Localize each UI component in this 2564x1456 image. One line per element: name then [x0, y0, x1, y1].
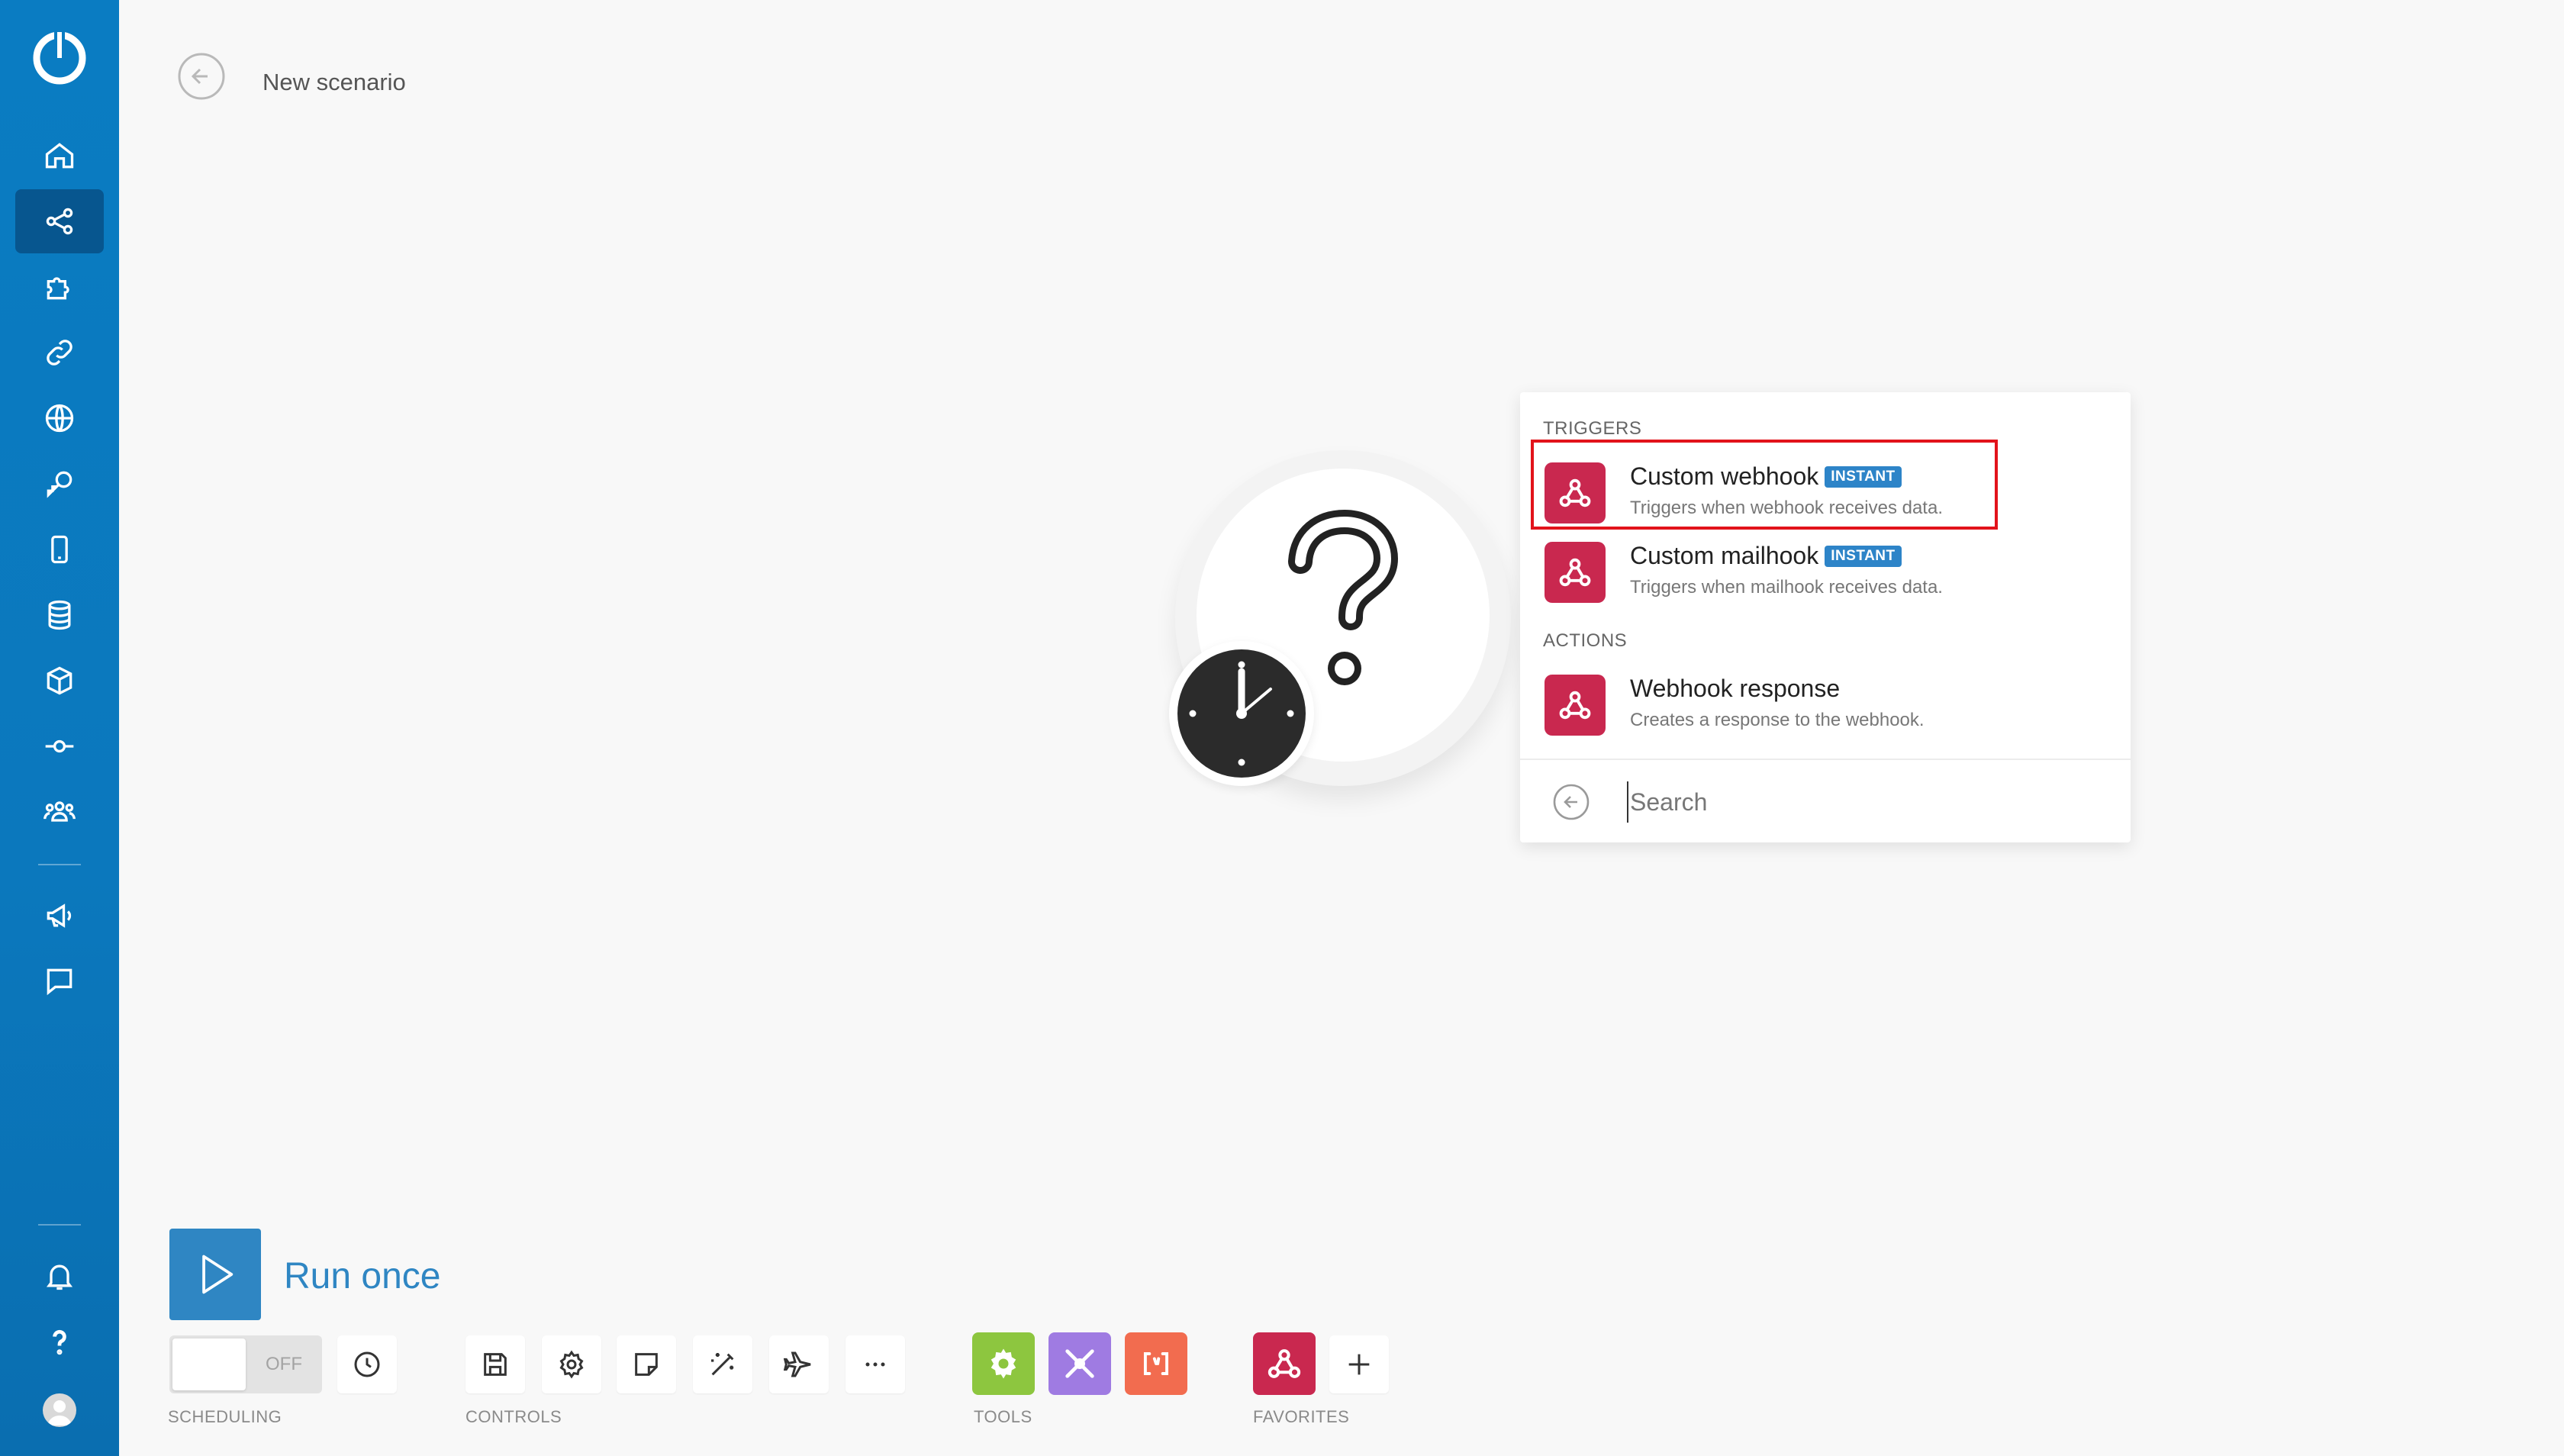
tools-label: TOOLS — [974, 1407, 1032, 1426]
text-parser-icon — [1143, 1352, 1169, 1375]
notifications-icon[interactable] — [15, 1244, 104, 1308]
more-icon — [865, 1362, 885, 1367]
back-arrow-icon[interactable] — [177, 52, 226, 101]
popup-divider — [1520, 759, 2131, 760]
scheduling-label: SCHEDULING — [168, 1407, 282, 1426]
add-favorite-button[interactable] — [1329, 1335, 1389, 1393]
webhook-icon — [1545, 542, 1606, 603]
save-icon — [484, 1353, 507, 1376]
connections-icon[interactable] — [15, 321, 104, 385]
module-title: Custom mailhook INSTANT — [1630, 542, 1902, 570]
team-icon[interactable] — [15, 780, 104, 844]
data-structures-icon[interactable] — [15, 649, 104, 713]
explain-flow-button[interactable] — [769, 1335, 829, 1393]
webhooks-icon[interactable] — [15, 386, 104, 450]
module-title: Custom webhook INSTANT — [1630, 462, 1902, 491]
module-item-custom-mailhook[interactable]: Custom mailhook INSTANT Triggers when ma… — [1520, 531, 2131, 607]
scenario-settings-button[interactable] — [542, 1335, 601, 1393]
clock-icon — [354, 1351, 380, 1377]
module-item-webhook-response[interactable]: Webhook response Creates a response to t… — [1520, 664, 2131, 740]
module-item-custom-webhook[interactable]: Custom webhook INSTANT Triggers when web… — [1520, 452, 2131, 528]
custom-apps-icon[interactable] — [15, 714, 104, 778]
page-title[interactable]: New scenario — [263, 69, 406, 96]
settings-icon — [559, 1350, 584, 1379]
data-stores-icon[interactable] — [15, 583, 104, 647]
explain-flow-icon — [784, 1351, 811, 1377]
home-icon[interactable] — [15, 124, 104, 188]
more-button[interactable] — [846, 1335, 905, 1393]
actions-heading: ACTIONS — [1543, 630, 1628, 651]
notes-button[interactable] — [617, 1335, 676, 1393]
flow-control-icon — [1065, 1349, 1094, 1378]
tools-text-parser-app[interactable] — [1125, 1332, 1187, 1395]
module-name: Custom webhook — [1630, 462, 1819, 490]
tools-gear-app[interactable] — [972, 1332, 1035, 1395]
module-picker-popup: TRIGGERS Custom webhook INSTANT Triggers… — [1520, 392, 2131, 842]
save-button[interactable] — [465, 1335, 525, 1393]
schedule-clock-icon[interactable] — [1169, 641, 1314, 786]
auto-align-button[interactable] — [693, 1335, 752, 1393]
webhook-icon — [1545, 462, 1606, 523]
triggers-heading: TRIGGERS — [1543, 418, 1642, 439]
gear-icon — [990, 1348, 1016, 1379]
module-title: Webhook response — [1630, 675, 1840, 703]
module-description: Creates a response to the webhook. — [1630, 710, 1925, 730]
toggle-state: OFF — [266, 1354, 302, 1374]
feedback-icon[interactable] — [15, 949, 104, 1013]
favorites-label: FAVORITES — [1253, 1407, 1350, 1426]
sidebar-divider-bottom — [38, 1224, 81, 1226]
announcements-icon[interactable] — [15, 884, 104, 948]
sidebar-divider — [38, 864, 81, 865]
sidebar — [0, 0, 119, 1456]
run-once-button[interactable] — [169, 1229, 261, 1320]
auto-align-icon — [711, 1353, 734, 1376]
scheduling-toggle[interactable]: OFF — [169, 1335, 322, 1393]
schedule-settings-button[interactable] — [337, 1335, 397, 1393]
webhooks-app[interactable] — [1253, 1332, 1316, 1395]
tools-flow-control-app[interactable] — [1048, 1332, 1111, 1395]
instant-badge: INSTANT — [1825, 465, 1902, 488]
templates-icon[interactable] — [15, 255, 104, 319]
module-description: Triggers when webhook receives data. — [1630, 498, 1943, 518]
controls-label: CONTROLS — [465, 1407, 562, 1426]
module-name: Custom mailhook — [1630, 542, 1819, 569]
scenarios-icon[interactable] — [15, 189, 104, 253]
devices-icon[interactable] — [15, 517, 104, 581]
help-icon[interactable] — [15, 1309, 104, 1374]
webhook-icon — [1545, 675, 1606, 736]
webhook-icon — [1268, 1349, 1301, 1378]
instant-badge: INSTANT — [1825, 545, 1902, 567]
keys-icon[interactable] — [15, 452, 104, 516]
make-logo-icon[interactable] — [31, 27, 89, 85]
back-arrow-icon[interactable] — [1552, 783, 1590, 821]
notes-icon — [635, 1353, 658, 1376]
run-once-label[interactable]: Run once — [284, 1255, 440, 1297]
search-input[interactable] — [1627, 781, 2085, 823]
module-description: Triggers when mailhook receives data. — [1630, 577, 1943, 598]
toggle-knob — [172, 1338, 246, 1390]
module-name: Webhook response — [1630, 675, 1841, 702]
avatar[interactable] — [43, 1393, 76, 1427]
plus-icon — [1348, 1354, 1370, 1375]
